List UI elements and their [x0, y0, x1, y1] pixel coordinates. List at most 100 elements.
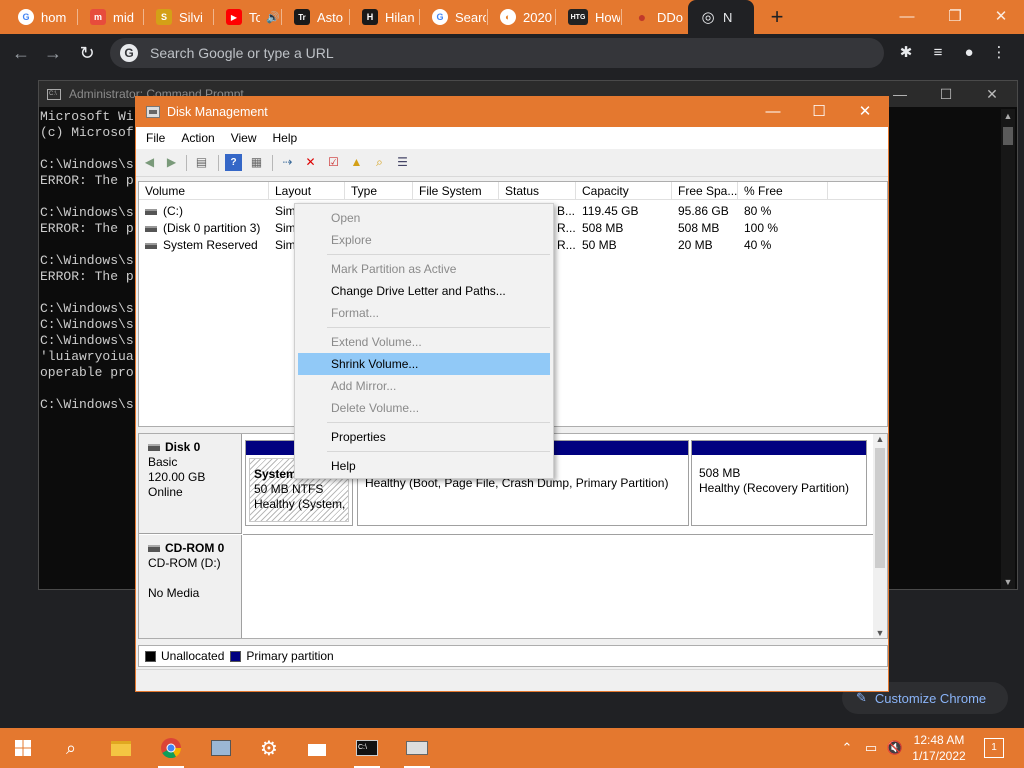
- menu-item-open[interactable]: Open: [298, 207, 550, 229]
- tab-label: N: [723, 9, 733, 25]
- tab-label: Asto: [317, 9, 344, 25]
- column-free-space[interactable]: Free Spa...: [672, 182, 738, 200]
- back-arrow-icon[interactable]: ◀: [141, 154, 158, 171]
- scroll-up-icon[interactable]: ▲: [873, 434, 887, 444]
- cmd-maximize-button[interactable]: ☐: [923, 81, 969, 107]
- disk-0-info[interactable]: Disk 0 Basic 120.00 GB Online: [139, 434, 242, 534]
- start-button[interactable]: [0, 728, 46, 768]
- forward-arrow-icon[interactable]: ▶: [163, 154, 180, 171]
- scroll-thumb[interactable]: [1003, 127, 1013, 145]
- connect-disk-icon[interactable]: ⇢: [279, 154, 296, 171]
- menu-item-format[interactable]: Format...: [298, 302, 550, 324]
- menu-item-properties[interactable]: Properties: [298, 426, 550, 448]
- clock[interactable]: 12:48 AM 1/17/2022: [906, 732, 972, 764]
- cmd-scrollbar[interactable]: ▲ ▼: [1001, 109, 1015, 589]
- omnibox[interactable]: G: [110, 38, 884, 68]
- browser-tab[interactable]: Ghom: [6, 0, 76, 34]
- forward-button[interactable]: →: [40, 40, 66, 66]
- disk-type: Basic: [148, 455, 178, 469]
- menu-item-extend-volume[interactable]: Extend Volume...: [298, 331, 550, 353]
- search-folder-icon[interactable]: ⌕: [371, 154, 388, 171]
- browser-tab[interactable]: m mid: [78, 0, 142, 34]
- gear-icon: ⚙: [260, 737, 278, 760]
- chrome-taskbar-button[interactable]: [148, 728, 194, 768]
- delete-icon[interactable]: ✕: [302, 154, 319, 171]
- menu-help[interactable]: Help: [273, 131, 298, 145]
- column-layout[interactable]: Layout: [269, 182, 345, 200]
- volume-muted-icon[interactable]: 🔇: [886, 740, 904, 756]
- scroll-up-icon[interactable]: ▲: [1001, 111, 1015, 121]
- search-button[interactable]: ⌕: [48, 728, 94, 768]
- menu-action[interactable]: Action: [181, 131, 214, 145]
- control-panel-button[interactable]: [198, 728, 244, 768]
- menu-item-explore[interactable]: Explore: [298, 229, 550, 251]
- browser-tab[interactable]: Tr Asto: [282, 0, 348, 34]
- omnibox-input[interactable]: [150, 45, 850, 61]
- browser-tab[interactable]: ▶ To 🔊: [214, 0, 280, 34]
- dm-maximize-button[interactable]: ☐: [796, 97, 842, 127]
- store-button[interactable]: [294, 728, 340, 768]
- reload-button[interactable]: ↻: [74, 40, 100, 66]
- menu-item-delete-volume[interactable]: Delete Volume...: [298, 397, 550, 419]
- cdrom-0-info[interactable]: CD-ROM 0 CD-ROM (D:) No Media: [139, 535, 242, 638]
- column-type[interactable]: Type: [345, 182, 413, 200]
- dm-close-button[interactable]: ✕: [842, 97, 888, 127]
- scroll-down-icon[interactable]: ▼: [1001, 577, 1015, 587]
- menu-view[interactable]: View: [231, 131, 257, 145]
- list-view-icon[interactable]: ☰: [394, 154, 411, 171]
- check-icon[interactable]: ☑: [325, 154, 342, 171]
- chevron-up-icon[interactable]: ⌃: [838, 740, 856, 756]
- cmd-taskbar-button[interactable]: C:\: [344, 728, 390, 768]
- column-status[interactable]: Status: [499, 182, 576, 200]
- profile-icon[interactable]: ●: [958, 42, 980, 64]
- htg-favicon-icon: HTG: [568, 9, 588, 25]
- volume-cell: (Disk 0 partition 3): [139, 220, 269, 237]
- volume-cell: (C:): [139, 203, 269, 220]
- column-capacity[interactable]: Capacity: [576, 182, 672, 200]
- restore-button[interactable]: ❐: [932, 4, 978, 30]
- disk-management-taskbar-button[interactable]: [394, 728, 440, 768]
- network-icon[interactable]: ▭: [862, 740, 880, 756]
- menu-item-shrink-volume[interactable]: Shrink Volume...: [298, 353, 550, 375]
- menu-item-help[interactable]: Help: [298, 455, 550, 477]
- free-space-cell: 20 MB: [678, 238, 713, 252]
- menu-icon[interactable]: ⋮: [988, 42, 1010, 64]
- browser-tab[interactable]: HTG How: [556, 0, 620, 34]
- browser-tab[interactable]: ◐ 2020: [488, 0, 554, 34]
- help-icon[interactable]: ?: [225, 154, 242, 171]
- partition-recovery[interactable]: 508 MB Healthy (Recovery Partition): [691, 440, 867, 526]
- puzzle-icon[interactable]: ✱: [895, 42, 917, 64]
- menu-file[interactable]: File: [146, 131, 165, 145]
- properties-icon[interactable]: ▦: [248, 154, 265, 171]
- cmd-close-button[interactable]: ✕: [969, 81, 1015, 107]
- partition-size: 508 MB: [699, 466, 741, 480]
- control-panel-icon: [211, 740, 231, 756]
- browser-tab[interactable]: H Hilan: [350, 0, 418, 34]
- notification-button[interactable]: 1: [984, 738, 1004, 758]
- column-volume[interactable]: Volume: [139, 182, 269, 200]
- menu-item-change-drive-letter[interactable]: Change Drive Letter and Paths...: [298, 280, 550, 302]
- menu-item-mark-active[interactable]: Mark Partition as Active: [298, 258, 550, 280]
- column-file-system[interactable]: File System: [413, 182, 499, 200]
- show-hide-tree-icon[interactable]: ▤: [193, 154, 210, 171]
- scroll-down-icon[interactable]: ▼: [873, 628, 887, 638]
- scroll-thumb[interactable]: [875, 448, 885, 568]
- browser-tab-active[interactable]: ◎ N: [688, 0, 754, 34]
- back-button[interactable]: ←: [8, 40, 34, 66]
- browser-tab[interactable]: G Searc: [420, 0, 486, 34]
- graph-scrollbar[interactable]: ▲ ▼: [873, 434, 887, 638]
- browser-tab[interactable]: ● DDo: [622, 0, 686, 34]
- media-icon[interactable]: ≡: [927, 42, 949, 64]
- file-explorer-button[interactable]: [98, 728, 144, 768]
- menu-item-add-mirror[interactable]: Add Mirror...: [298, 375, 550, 397]
- google-favicon-icon: G: [432, 9, 448, 25]
- new-tab-button[interactable]: +: [764, 4, 790, 30]
- minimize-button[interactable]: —: [884, 4, 930, 30]
- settings-button[interactable]: ⚙: [246, 728, 292, 768]
- browser-tab[interactable]: S Silvi: [144, 0, 212, 34]
- dm-minimize-button[interactable]: —: [750, 97, 796, 127]
- site-favicon-icon: Tr: [294, 9, 310, 25]
- close-button[interactable]: ✕: [978, 4, 1024, 30]
- folder-up-icon[interactable]: ▲: [348, 154, 365, 171]
- column-percent-free[interactable]: % Free: [738, 182, 828, 200]
